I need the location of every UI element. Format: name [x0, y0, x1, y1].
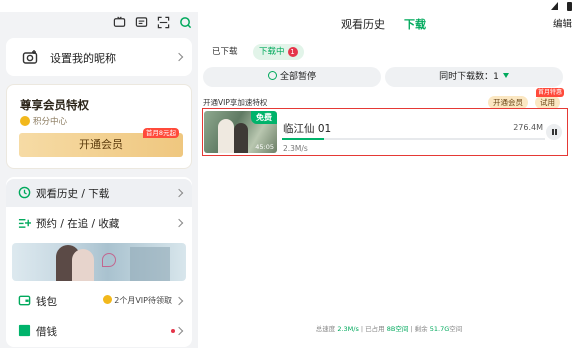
footer-used: 8B空间: [386, 325, 409, 333]
storage-status: 总速度 2.3M/s | 已占用 8B空间 | 剩余 51.7G空间: [198, 323, 580, 333]
points-center-link[interactable]: 积分中心: [33, 115, 67, 127]
chevron-right-icon: [174, 296, 184, 306]
menu-card: 观看历史 / 下载 预约 / 在追 / 收藏 钱包 2个月VIP待领取 借钱: [6, 177, 192, 347]
vip-title: 尊享会员特权: [20, 98, 89, 112]
chevron-right-icon: [174, 218, 184, 228]
download-progress-fill: [282, 138, 325, 140]
edit-button[interactable]: 编辑: [553, 16, 572, 30]
duration-label: 45:05: [255, 143, 274, 151]
message-icon[interactable]: [135, 16, 148, 29]
footer-remain-suffix: 空间: [449, 325, 463, 333]
chevron-right-icon: [174, 52, 184, 62]
item-title: 临江仙 01: [283, 123, 332, 135]
trial-promo-badge: 首月特惠: [536, 88, 565, 97]
banner-figure: [72, 249, 94, 281]
vip-promo-badge: 首月8元起: [142, 128, 179, 138]
camera-icon[interactable]: [22, 49, 38, 65]
pause-icon: [267, 71, 277, 80]
item-pause-button[interactable]: [546, 124, 562, 140]
clock-icon: [18, 186, 31, 199]
concurrent-label: 同时下载数：1: [439, 72, 499, 82]
download-progress-bar: [282, 138, 545, 140]
loan-icon: [18, 324, 31, 337]
banner-logo-mark: [102, 253, 116, 267]
filter-downloading[interactable]: 下载中 1: [253, 44, 304, 60]
filter-downloading-label: 下载中: [259, 47, 285, 57]
wallet-extra-text: 2个月VIP待领取: [114, 296, 172, 305]
footer-remain-label: | 剩余: [408, 325, 430, 333]
wallet-icon: [18, 295, 31, 306]
menu-item-history-download[interactable]: 观看历史 / 下载: [6, 179, 192, 207]
chevron-right-icon: [174, 188, 184, 198]
dropdown-arrow-icon: [502, 73, 509, 78]
right-panel: 观看历史 下载 编辑 已下载 下载中 1 全部暂停 同时下载数：1 开通VIP享加…: [198, 12, 580, 348]
menu-label: 观看历史 / 下载: [36, 188, 110, 200]
nickname-label: 设置我的昵称: [50, 52, 116, 65]
thumbnail-figure: [218, 119, 234, 153]
tv-icon[interactable]: [113, 16, 126, 29]
footer-used-label: | 已占用: [358, 325, 387, 333]
menu-item-follow[interactable]: 预约 / 在追 / 收藏: [6, 209, 192, 237]
menu-label: 预约 / 在追 / 收藏: [36, 218, 120, 230]
downloading-count-badge: 1: [287, 47, 298, 57]
signal-icon: [551, 2, 558, 10]
coin-icon: [20, 116, 30, 126]
filter-downloaded[interactable]: 已下载: [206, 44, 244, 60]
menu-item-loan[interactable]: 借钱: [6, 317, 192, 345]
coin-icon: [103, 295, 113, 304]
pause-all-label: 全部暂停: [279, 72, 316, 82]
wallet-vip-reward: 2个月VIP待领取: [103, 295, 172, 306]
video-thumbnail[interactable]: 免费 45:05: [204, 111, 277, 153]
drama-banner-image[interactable]: [12, 243, 186, 281]
tab-download[interactable]: 下载: [404, 16, 426, 32]
thumbnail-figure: [234, 123, 248, 153]
menu-label: 钱包: [36, 296, 57, 308]
left-panel: 设置我的昵称 尊享会员特权 积分中心 开通会员 首月8元起 观看历史 / 下载 …: [0, 12, 198, 348]
chevron-right-icon: [174, 326, 184, 336]
vip-speedup-tip: 开通VIP享加速特权: [203, 98, 268, 107]
profile-card[interactable]: 设置我的昵称: [6, 38, 192, 76]
pause-all-button[interactable]: 全部暂停: [203, 67, 381, 87]
top-icons: [113, 16, 192, 29]
search-icon[interactable]: [179, 16, 192, 29]
tab-watch-history[interactable]: 观看历史: [341, 16, 385, 32]
banner-figure: [130, 247, 170, 281]
item-speed: 2.3M/s: [283, 144, 308, 153]
free-badge: 免费: [251, 111, 277, 124]
battery-icon: [567, 2, 572, 11]
footer-total-speed: 2.3M/s: [337, 325, 359, 333]
menu-item-wallet[interactable]: 钱包 2个月VIP待领取: [6, 287, 192, 315]
menu-label: 借钱: [36, 326, 57, 338]
footer-remain: 51.7G: [429, 325, 450, 333]
footer-total-label: 总速度: [315, 325, 338, 333]
item-size: 276.4M: [513, 123, 543, 132]
scan-icon[interactable]: [157, 16, 170, 29]
vip-card: 尊享会员特权 积分中心 开通会员 首月8元起: [6, 84, 192, 169]
concurrent-download-selector[interactable]: 同时下载数：1: [385, 67, 563, 87]
download-item[interactable]: 免费 45:05 临江仙 01 276.4M 2.3M/s: [202, 108, 568, 156]
add-list-icon: [18, 219, 31, 228]
status-bar: [0, 0, 580, 12]
